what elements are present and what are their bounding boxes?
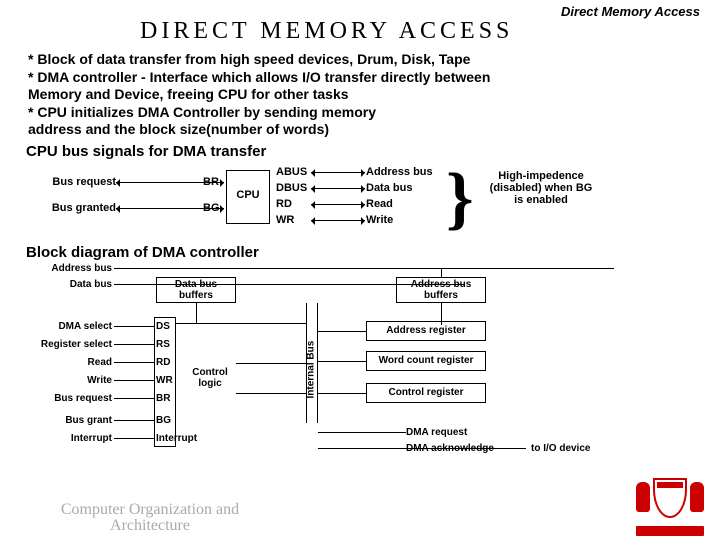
connector-line: [176, 323, 306, 324]
cpu-box: CPU: [226, 170, 270, 224]
connector-line: [114, 344, 154, 345]
control-logic-box: Control logic: [186, 363, 234, 393]
connector-line: [114, 380, 154, 381]
bullet-item: * Block of data transfer from high speed…: [28, 51, 692, 69]
connector-line: [318, 448, 526, 449]
arrow-icon: [311, 188, 365, 189]
signal-label: Interrupt: [26, 433, 112, 444]
word-count-register-box: Word count register: [366, 351, 486, 371]
signal-label: Bus grant: [26, 415, 112, 426]
pin-column: [154, 317, 176, 447]
signal-label: Data bus: [366, 182, 446, 194]
signal-label: Write: [366, 214, 446, 226]
section-heading-2: Block diagram of DMA controller: [0, 240, 720, 261]
arrow-icon: [116, 208, 224, 209]
signal-label: Bus request: [26, 393, 112, 404]
logo-lion-icon: [690, 482, 704, 512]
section-heading-1: CPU bus signals for DMA transfer: [0, 139, 720, 160]
arrow-icon: [311, 204, 365, 205]
institution-logo: [630, 470, 710, 540]
signal-label: Register select: [26, 339, 112, 350]
signal-label: Bus granted: [26, 202, 116, 214]
bullet-item: Memory and Device, freeing CPU for other…: [28, 86, 692, 104]
signal-label: Address bus: [366, 166, 446, 178]
connector-line: [114, 362, 154, 363]
signal-label: Write: [26, 375, 112, 386]
cpu-signals-diagram: CPU Bus request BR Bus granted BG ABUS A…: [26, 162, 694, 240]
internal-bus-label: Internal Bus: [306, 328, 317, 398]
to-io-label: to I/O device: [531, 443, 611, 454]
dma-request-label: DMA request: [406, 427, 526, 438]
connector-line: [114, 438, 154, 439]
arrow-icon: [311, 172, 365, 173]
hiz-note: High-impedence (disabled) when BG is ena…: [486, 170, 596, 206]
bullet-item: * CPU initializes DMA Controller by send…: [28, 104, 692, 122]
connector-line: [318, 331, 366, 332]
dma-block-diagram: Address bus Data bus Data bus buffers Ad…: [26, 263, 694, 473]
logo-banner-icon: [636, 526, 704, 536]
addrbus-buffers-box: Address bus buffers: [396, 277, 486, 303]
logo-lion-icon: [636, 482, 650, 512]
brace-icon: }: [446, 162, 474, 236]
bus-label: Address bus: [26, 263, 112, 274]
connector-line: [441, 268, 442, 277]
connector-line: [114, 326, 154, 327]
databus-buffers-box: Data bus buffers: [156, 277, 236, 303]
connector-line: [114, 398, 154, 399]
arrow-icon: [311, 220, 365, 221]
page-header-label: Direct Memory Access: [561, 4, 700, 19]
signal-label: Read: [26, 357, 112, 368]
signal-label: DMA select: [26, 321, 112, 332]
control-register-box: Control register: [366, 383, 486, 403]
logo-shield-icon: [653, 478, 687, 518]
connector-line: [114, 420, 154, 421]
arrow-icon: [116, 182, 224, 183]
bus-line: [114, 268, 614, 269]
connector-line: [318, 432, 406, 433]
signal-label: Bus request: [26, 176, 116, 188]
bullet-item: address and the block size(number of wor…: [28, 121, 692, 139]
address-register-box: Address register: [366, 321, 486, 341]
footer-text: Computer Organization and Architecture: [40, 502, 260, 534]
connector-line: [236, 363, 306, 364]
connector-line: [236, 393, 306, 394]
connector-line: [318, 393, 366, 394]
bullet-list: * Block of data transfer from high speed…: [0, 45, 720, 139]
bullet-item: * DMA controller - Interface which allow…: [28, 69, 692, 87]
connector-line: [196, 303, 197, 323]
bus-label: Data bus: [26, 279, 112, 290]
connector-line: [318, 361, 366, 362]
signal-label: Read: [366, 198, 446, 210]
